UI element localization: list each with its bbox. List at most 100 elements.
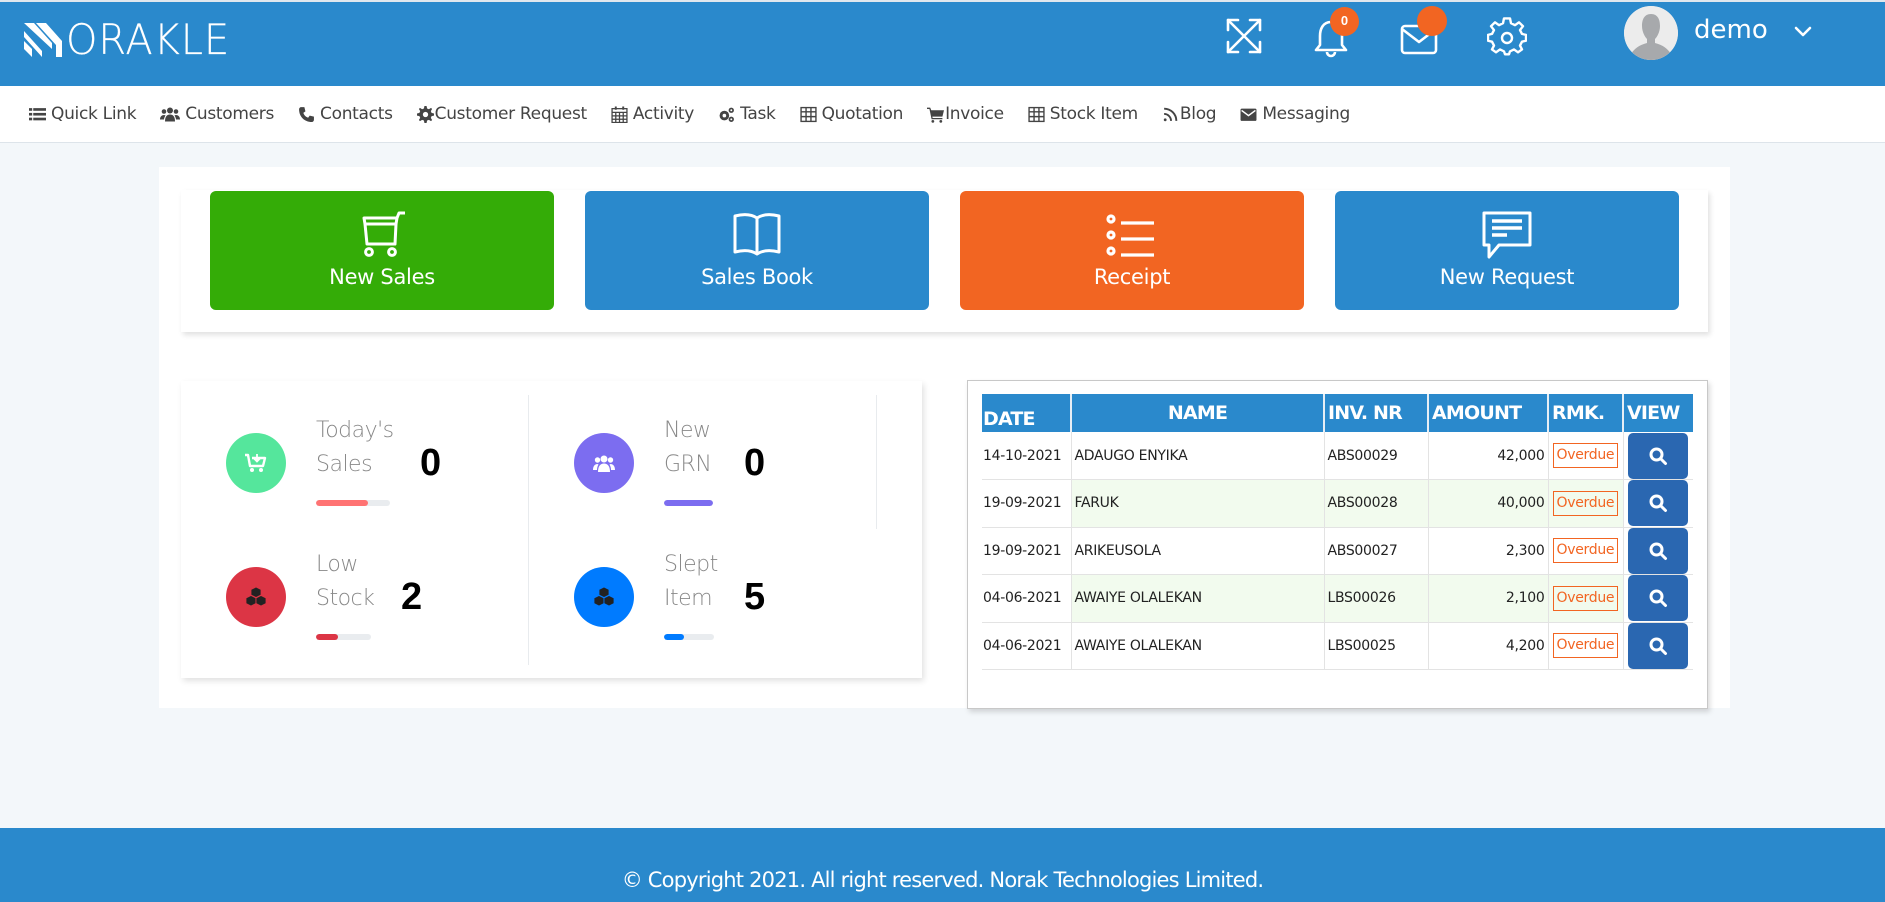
cart-icon [927,106,945,123]
slept-item-progress [664,634,714,640]
main-nav: Quick Link Customers Contacts Customer R… [0,86,1885,143]
nav-item-invoice[interactable]: Invoice [927,104,1004,124]
view-button[interactable] [1628,575,1689,622]
gear-icon[interactable] [1486,17,1528,57]
sales-book-label: Sales Book [701,265,813,289]
nav-label: Activity [632,104,695,124]
divider [528,395,529,665]
col-header-name[interactable]: NAME [1071,394,1325,432]
view-button[interactable] [1628,527,1689,574]
nav-item-quotation[interactable]: Quotation [799,104,904,124]
cell-remark: Overdue [1548,479,1624,528]
cubes-icon [245,586,267,607]
users-icon [593,455,615,472]
cell-inv-nr: ABS00027 [1324,527,1429,575]
cell-name: AWAIYE OLALEKAN [1071,622,1325,670]
low-stock-progress [316,634,371,640]
todays-sales-label: Today's Sales [316,418,394,477]
nav-item-blog[interactable]: Blog [1162,104,1217,124]
cell-name: AWAIYE OLALEKAN [1071,574,1325,623]
remark-badge: Overdue [1552,490,1619,516]
remark-badge: Overdue [1552,538,1619,564]
table-row: 04-06-2021 AWAIYE OLALEKAN LBS00026 2,10… [982,574,1693,623]
cubes-icon [593,586,615,607]
new-grn-icon-circle [574,433,634,493]
cell-remark: Overdue [1548,574,1624,623]
logo-mark-icon [24,23,62,57]
nav-item-messaging[interactable]: Messaging [1240,104,1350,124]
nav-label: Quick Link [51,104,137,124]
new-grn-value: 0 [744,442,766,484]
brand-logo[interactable]: ORAKLE [22,15,239,64]
list-icon [29,106,46,123]
cell-name: ARIKEUSOLA [1071,527,1325,575]
table-icon [799,106,817,123]
nav-item-contacts[interactable]: Contacts [298,104,393,124]
nav-item-customers[interactable]: Customers [160,104,274,124]
new-request-label: New Request [1439,265,1575,289]
user-avatar[interactable] [1624,6,1678,60]
new-sales-label: New Sales [329,265,435,289]
table-icon [1028,106,1045,123]
table-header-row: DATE NAME INV. NR AMOUNT RMK. VIEW [982,394,1693,432]
stats-card: Today's Sales 0 New GRN 0 Low Stock 2 Sl… [181,381,922,678]
cell-inv-nr: LBS00025 [1324,622,1429,670]
cell-inv-nr: ABS00028 [1324,479,1429,528]
cell-remark: Overdue [1548,432,1624,480]
view-button[interactable] [1628,480,1689,527]
low-stock-value: 2 [401,576,423,618]
cell-name: ADAUGO ENYIKA [1071,432,1325,480]
cell-date: 14-10-2021 [982,432,1072,480]
user-name[interactable]: demo [1694,14,1768,46]
cell-amount: 42,000 [1428,432,1549,480]
cell-inv-nr: ABS00029 [1324,432,1429,480]
brand-name: ORAKLE [66,15,231,64]
receipt-button[interactable]: Receipt [960,191,1304,310]
sales-book-button[interactable]: Sales Book [585,191,929,310]
nav-item-activity[interactable]: Activity [611,104,694,124]
cell-amount: 2,100 [1428,574,1549,623]
divider [876,395,877,529]
todays-sales-progress [316,500,390,506]
users-icon [160,106,181,123]
search-icon [1649,494,1668,513]
nav-label: Invoice [945,104,1004,124]
cell-view [1623,432,1693,480]
nav-item-task[interactable]: Task [718,104,776,124]
chat-bubble-icon [1479,210,1535,260]
cell-date: 19-09-2021 [982,479,1072,528]
search-icon [1649,637,1668,655]
nav-label: Quotation [821,104,904,124]
col-header-date[interactable]: DATE [982,394,1072,432]
cell-remark: Overdue [1548,622,1624,670]
rss-icon [1162,106,1179,123]
low-stock-label: Low Stock [316,552,375,611]
search-icon [1649,589,1668,608]
cell-amount: 4,200 [1428,622,1549,670]
chevron-down-icon[interactable] [1792,22,1814,42]
cell-date: 04-06-2021 [982,574,1072,623]
expand-icon[interactable] [1224,16,1264,56]
cell-amount: 40,000 [1428,479,1549,528]
nav-item-stock-item[interactable]: Stock Item [1028,104,1138,124]
new-sales-button[interactable]: New Sales [210,191,554,310]
slept-item-icon-circle [574,567,634,627]
view-button[interactable] [1628,622,1689,669]
table-row: 04-06-2021 AWAIYE OLALEKAN LBS00025 4,20… [982,622,1693,670]
col-header-view[interactable]: VIEW [1623,394,1693,432]
cell-inv-nr: LBS00026 [1324,574,1429,623]
remark-badge: Overdue [1552,443,1619,468]
slept-item-value: 5 [744,576,766,618]
nav-label: Blog [1179,104,1217,124]
slept-item-label: Slept Item [664,552,718,611]
nav-item-customer-request[interactable]: Customer Request [416,104,587,124]
col-header-amount[interactable]: AMOUNT [1428,394,1549,432]
col-header-remark[interactable]: RMK. [1548,394,1624,432]
new-request-button[interactable]: New Request [1335,191,1679,310]
nav-item-quick-link[interactable]: Quick Link [29,104,137,124]
view-button[interactable] [1628,432,1689,479]
cart-download-icon [245,453,267,472]
col-header-inv-nr[interactable]: INV. NR [1324,394,1429,432]
cogs-icon [718,106,735,123]
list-icon [1104,210,1160,260]
